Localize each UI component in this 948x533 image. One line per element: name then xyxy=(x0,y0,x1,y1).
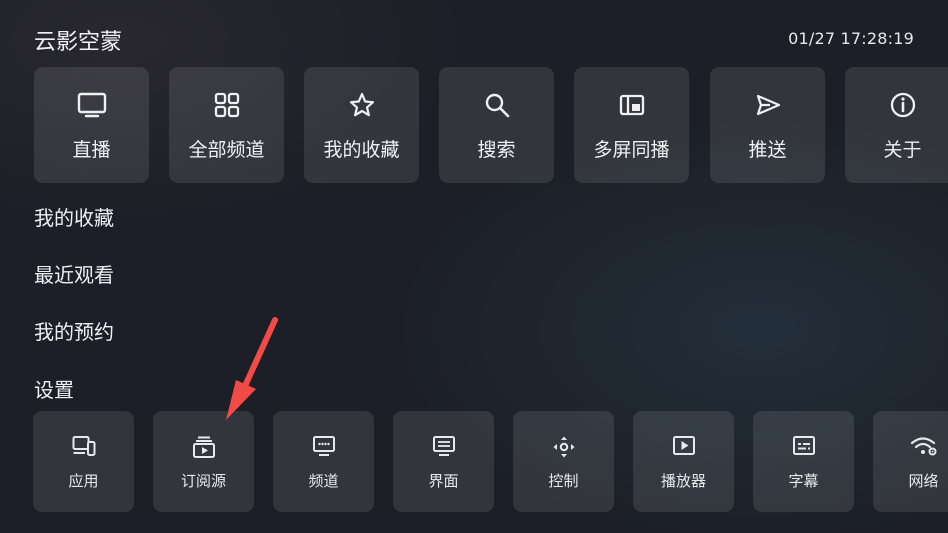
settings-tile-label: 订阅源 xyxy=(180,472,226,490)
section-recent[interactable]: 最近观看 xyxy=(34,259,114,288)
settings-tile-label: 播放器 xyxy=(660,472,706,490)
settings-tile-label: 网络 xyxy=(908,472,939,490)
settings-tile-label: 频道 xyxy=(308,472,339,490)
settings-tile-interface[interactable]: 界面 xyxy=(393,411,494,512)
settings-tile-subtitles[interactable]: 字幕 xyxy=(753,411,854,512)
main-tile-label: 多屏同播 xyxy=(593,139,670,161)
main-tile-label: 我的收藏 xyxy=(323,139,400,161)
main-tile-live[interactable]: 直播 xyxy=(34,67,149,183)
settings-row: 应用 订阅源 频道 界面 控制 播放器 字幕 网络 xyxy=(33,411,948,512)
main-tile-multiscreen[interactable]: 多屏同播 xyxy=(574,67,689,183)
info-icon xyxy=(845,91,948,119)
settings-tile-subscriptions[interactable]: 订阅源 xyxy=(153,411,254,512)
remote-control-icon xyxy=(513,435,614,459)
clock: 01/27 17:28:19 xyxy=(788,29,914,48)
main-tile-all-channels[interactable]: 全部频道 xyxy=(169,67,284,183)
main-tile-label: 推送 xyxy=(748,139,787,161)
settings-tile-label: 界面 xyxy=(428,472,459,490)
settings-tile-app[interactable]: 应用 xyxy=(33,411,134,512)
player-icon xyxy=(633,435,734,457)
channel-icon xyxy=(273,435,374,457)
tv-icon xyxy=(34,91,149,119)
settings-tile-label: 字幕 xyxy=(788,472,819,490)
main-tile-about[interactable]: 关于 xyxy=(845,67,948,183)
main-tile-favorites[interactable]: 我的收藏 xyxy=(304,67,419,183)
interface-icon xyxy=(393,435,494,457)
send-icon xyxy=(710,91,825,119)
multiscreen-icon xyxy=(574,91,689,119)
settings-tile-control[interactable]: 控制 xyxy=(513,411,614,512)
settings-tile-player[interactable]: 播放器 xyxy=(633,411,734,512)
devices-icon xyxy=(33,435,134,457)
main-tile-label: 关于 xyxy=(883,139,922,161)
search-icon xyxy=(439,91,554,119)
wifi-settings-icon xyxy=(873,435,948,457)
main-tile-push[interactable]: 推送 xyxy=(710,67,825,183)
main-tile-label: 全部频道 xyxy=(188,139,265,161)
settings-tile-network[interactable]: 网络 xyxy=(873,411,948,512)
settings-tile-label: 控制 xyxy=(548,472,579,490)
subscriptions-icon xyxy=(153,435,254,459)
star-icon xyxy=(304,91,419,119)
section-favorites[interactable]: 我的收藏 xyxy=(34,202,114,231)
subtitles-icon xyxy=(753,435,854,457)
settings-tile-label: 应用 xyxy=(68,472,99,490)
section-reservations[interactable]: 我的预约 xyxy=(34,316,114,345)
settings-tile-channel[interactable]: 频道 xyxy=(273,411,374,512)
app-title: 云影空蒙 xyxy=(34,30,123,55)
section-settings: 设置 xyxy=(34,378,74,402)
grid-icon xyxy=(169,91,284,119)
main-tile-label: 搜索 xyxy=(477,139,516,161)
main-tile-search[interactable]: 搜索 xyxy=(439,67,554,183)
main-tile-label: 直播 xyxy=(72,139,111,161)
main-menu-row: 直播 全部频道 我的收藏 搜索 多屏同播 推送 关于 xyxy=(34,67,948,183)
